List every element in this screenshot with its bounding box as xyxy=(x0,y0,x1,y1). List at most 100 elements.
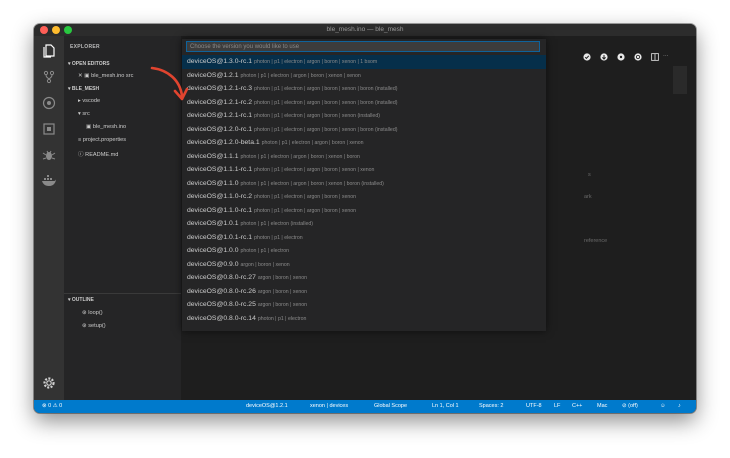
language-mode[interactable]: C++ xyxy=(572,400,582,413)
window-title: ble_mesh.ino — ble_mesh xyxy=(326,26,404,33)
version-list-item[interactable]: deviceOS@0.8.0-rc.27 argon | boron | xeno… xyxy=(182,271,546,285)
tree-item-vscode[interactable]: ▸ vscode xyxy=(78,98,100,104)
version-list-item[interactable]: deviceOS@1.0.1 photon | p1 | electron (in… xyxy=(182,217,546,231)
files-icon[interactable] xyxy=(40,42,58,60)
device-icon[interactable] xyxy=(40,120,58,138)
outline-item-label: loop() xyxy=(88,310,103,316)
debug-icon[interactable] xyxy=(40,146,58,164)
version-name: deviceOS@1.0.0 photon | p1 | electron xyxy=(187,247,290,254)
editor-text-1: ark xyxy=(584,194,592,200)
tree-item-label: ble_mesh.ino xyxy=(92,124,127,130)
vscode-window: ble_mesh.ino — ble_mesh EXPLORER ▾ OPEN … xyxy=(34,24,696,413)
eol-status[interactable]: LF xyxy=(554,400,560,413)
outline-section[interactable]: ▾ OUTLINE xyxy=(68,297,94,303)
problems-indicator[interactable]: ⊗ 0 ⚠ 0 xyxy=(42,400,62,413)
device-os-status[interactable]: deviceOS@1.2.1 xyxy=(246,400,288,413)
version-name: deviceOS@1.1.0 photon | p1 | electron | a… xyxy=(187,179,384,187)
version-list-item[interactable]: deviceOS@0.8.0-rc.25 argon | boron | xeno… xyxy=(182,298,546,312)
flash-icon[interactable] xyxy=(600,53,608,61)
version-list-item[interactable]: deviceOS@1.1.1-rc.1 photon | p1 | electro… xyxy=(182,163,546,177)
version-list-item[interactable]: deviceOS@1.1.0-rc.2 photon | p1 | electro… xyxy=(182,190,546,204)
version-name: deviceOS@1.2.1-rc.2 photon | p1 | electro… xyxy=(187,98,398,106)
version-platforms: argon | boron | xenon xyxy=(257,288,307,295)
version-platforms: photon | p1 | electron | argon | boron |… xyxy=(254,99,398,106)
version-platforms: argon | boron | xenon xyxy=(257,302,307,308)
version-platforms: photon | p1 | electron | argon | boron |… xyxy=(240,180,384,187)
version-search-input[interactable]: Choose the version you would like to use xyxy=(186,41,540,52)
outline-item-setup[interactable]: ⊛ setup() xyxy=(82,323,106,329)
preview-icon[interactable] xyxy=(634,53,642,61)
tree-item-label: vscode xyxy=(82,98,101,104)
tree-item-label: src xyxy=(82,111,90,117)
version-list-item[interactable]: deviceOS@1.0.0 photon | p1 | electron xyxy=(182,244,546,258)
editor-text-2: reference xyxy=(584,238,608,244)
version-list-item[interactable]: deviceOS@1.0.1-rc.1 photon | p1 | electro… xyxy=(182,231,546,245)
version-list-item[interactable]: deviceOS@1.1.0-rc.1 photon | p1 | electro… xyxy=(182,204,546,218)
version-name: deviceOS@0.8.0-rc.25 argon | boron | xeno… xyxy=(187,301,307,308)
notifications-bell-icon[interactable]: ♪ xyxy=(678,400,681,413)
explorer-header: EXPLORER xyxy=(70,44,100,50)
more-actions-icon[interactable]: ··· xyxy=(663,53,669,59)
version-list-item[interactable]: deviceOS@0.8.0-rc.26 argon | boron | xeno… xyxy=(182,285,546,299)
minimap xyxy=(673,66,687,94)
settings-circle-icon[interactable] xyxy=(617,53,625,61)
version-platforms: photon | p1 | electron (installed) xyxy=(240,221,313,227)
version-platforms: photon | p1 | electron xyxy=(240,248,290,254)
open-editor-item[interactable]: ✕ ▣ ble_mesh.ino src xyxy=(78,73,133,79)
version-list-item[interactable]: deviceOS@1.2.0-beta.1 photon | p1 | elect… xyxy=(182,136,546,150)
version-list-item[interactable]: deviceOS@1.1.1 photon | p1 | electron | a… xyxy=(182,150,546,164)
version-platforms: photon | p1 | electron | argon | boron |… xyxy=(254,86,398,92)
extensions-icon[interactable] xyxy=(40,94,58,112)
open-editors-label: OPEN EDITORS xyxy=(71,61,110,67)
indentation-status[interactable]: Spaces: 2 xyxy=(479,400,503,413)
version-name: deviceOS@1.0.1-rc.1 photon | p1 | electro… xyxy=(187,233,303,241)
version-list-item[interactable]: deviceOS@1.2.0-rc.1 photon | p1 | electro… xyxy=(182,123,546,137)
activity-bar xyxy=(34,36,64,400)
version-list-item[interactable]: deviceOS@1.2.1 photon | p1 | electron | a… xyxy=(182,69,546,83)
version-name: deviceOS@0.9.0 argon | boron | xenon xyxy=(187,260,290,268)
target-device-status[interactable]: xenon | devices xyxy=(310,400,348,413)
encoding-status[interactable]: UTF-8 xyxy=(526,400,542,413)
status-bar: ⊗ 0 ⚠ 0 deviceOS@1.2.1 xenon | devices G… xyxy=(34,400,696,413)
version-name: deviceOS@1.2.0-rc.1 photon | p1 | electro… xyxy=(187,125,398,133)
version-list-item[interactable]: deviceOS@1.2.1-rc.1 photon | p1 | electro… xyxy=(182,109,546,123)
version-platforms: photon | p1 | electron | argon | boron |… xyxy=(254,113,380,119)
tree-item-label: README.md xyxy=(85,152,119,158)
red-arrow-annotation xyxy=(150,66,189,101)
version-list-item[interactable]: deviceOS@1.2.1-rc.3 photon | p1 | electro… xyxy=(182,82,546,96)
version-list-item[interactable]: deviceOS@0.8.0-rc.14 photon | p1 | electr… xyxy=(182,312,546,326)
version-name: deviceOS@0.8.0-rc.27 argon | boron | xeno… xyxy=(187,274,307,281)
tree-item-project-properties[interactable]: ≡ project.properties xyxy=(78,137,126,143)
tree-item-readme[interactable]: ⓘ README.md xyxy=(78,150,118,158)
cloud-scope-status[interactable]: Global Scope xyxy=(374,400,407,413)
outline-item-loop[interactable]: ⊛ loop() xyxy=(82,310,103,316)
docker-icon[interactable] xyxy=(40,172,58,190)
version-name: deviceOS@0.8.0-rc.26 argon | boron | xeno… xyxy=(187,287,307,295)
check-icon[interactable] xyxy=(583,53,591,61)
git-icon[interactable] xyxy=(40,68,58,86)
open-editors-section[interactable]: ▾ OPEN EDITORS xyxy=(68,61,110,67)
version-list-item[interactable]: deviceOS@1.3.0-rc.1 photon | p1 | electro… xyxy=(182,55,546,69)
outline-item-label: setup() xyxy=(88,323,106,329)
project-section[interactable]: ▾ BLE_MESH xyxy=(68,86,99,92)
tree-item-src[interactable]: ▾ src xyxy=(78,111,90,117)
particle-status[interactable]: ⊘ (off) xyxy=(622,400,638,413)
version-platforms: photon | p1 | electron xyxy=(257,315,307,322)
version-list-item[interactable]: deviceOS@0.9.0 argon | boron | xenon xyxy=(182,258,546,272)
cursor-position[interactable]: Ln 1, Col 1 xyxy=(432,400,459,413)
open-editor-file: ble_mesh.ino src xyxy=(91,73,134,79)
version-name: deviceOS@1.0.1 photon | p1 | electron (in… xyxy=(187,220,313,227)
version-platforms: photon | p1 | electron | argon | boron |… xyxy=(254,59,378,65)
gear-icon[interactable] xyxy=(40,374,58,392)
version-list-item[interactable]: deviceOS@1.2.1-rc.2 photon | p1 | electro… xyxy=(182,96,546,110)
feedback-icon[interactable]: ☺ xyxy=(660,400,666,413)
version-platforms: argon | boron | xenon xyxy=(240,261,290,268)
version-name: deviceOS@1.2.1-rc.3 photon | p1 | electro… xyxy=(187,85,398,92)
split-editor-icon[interactable] xyxy=(651,53,659,61)
tree-item-label: project.properties xyxy=(82,137,127,143)
platform-status[interactable]: Mac xyxy=(597,400,607,413)
version-platforms: photon | p1 | electron | argon | boron |… xyxy=(261,140,364,146)
version-quick-pick: Choose the version you would like to use… xyxy=(182,39,546,331)
tree-item-ble-mesh[interactable]: ▣ ble_mesh.ino xyxy=(86,124,126,130)
version-list-item[interactable]: deviceOS@1.1.0 photon | p1 | electron | a… xyxy=(182,177,546,191)
